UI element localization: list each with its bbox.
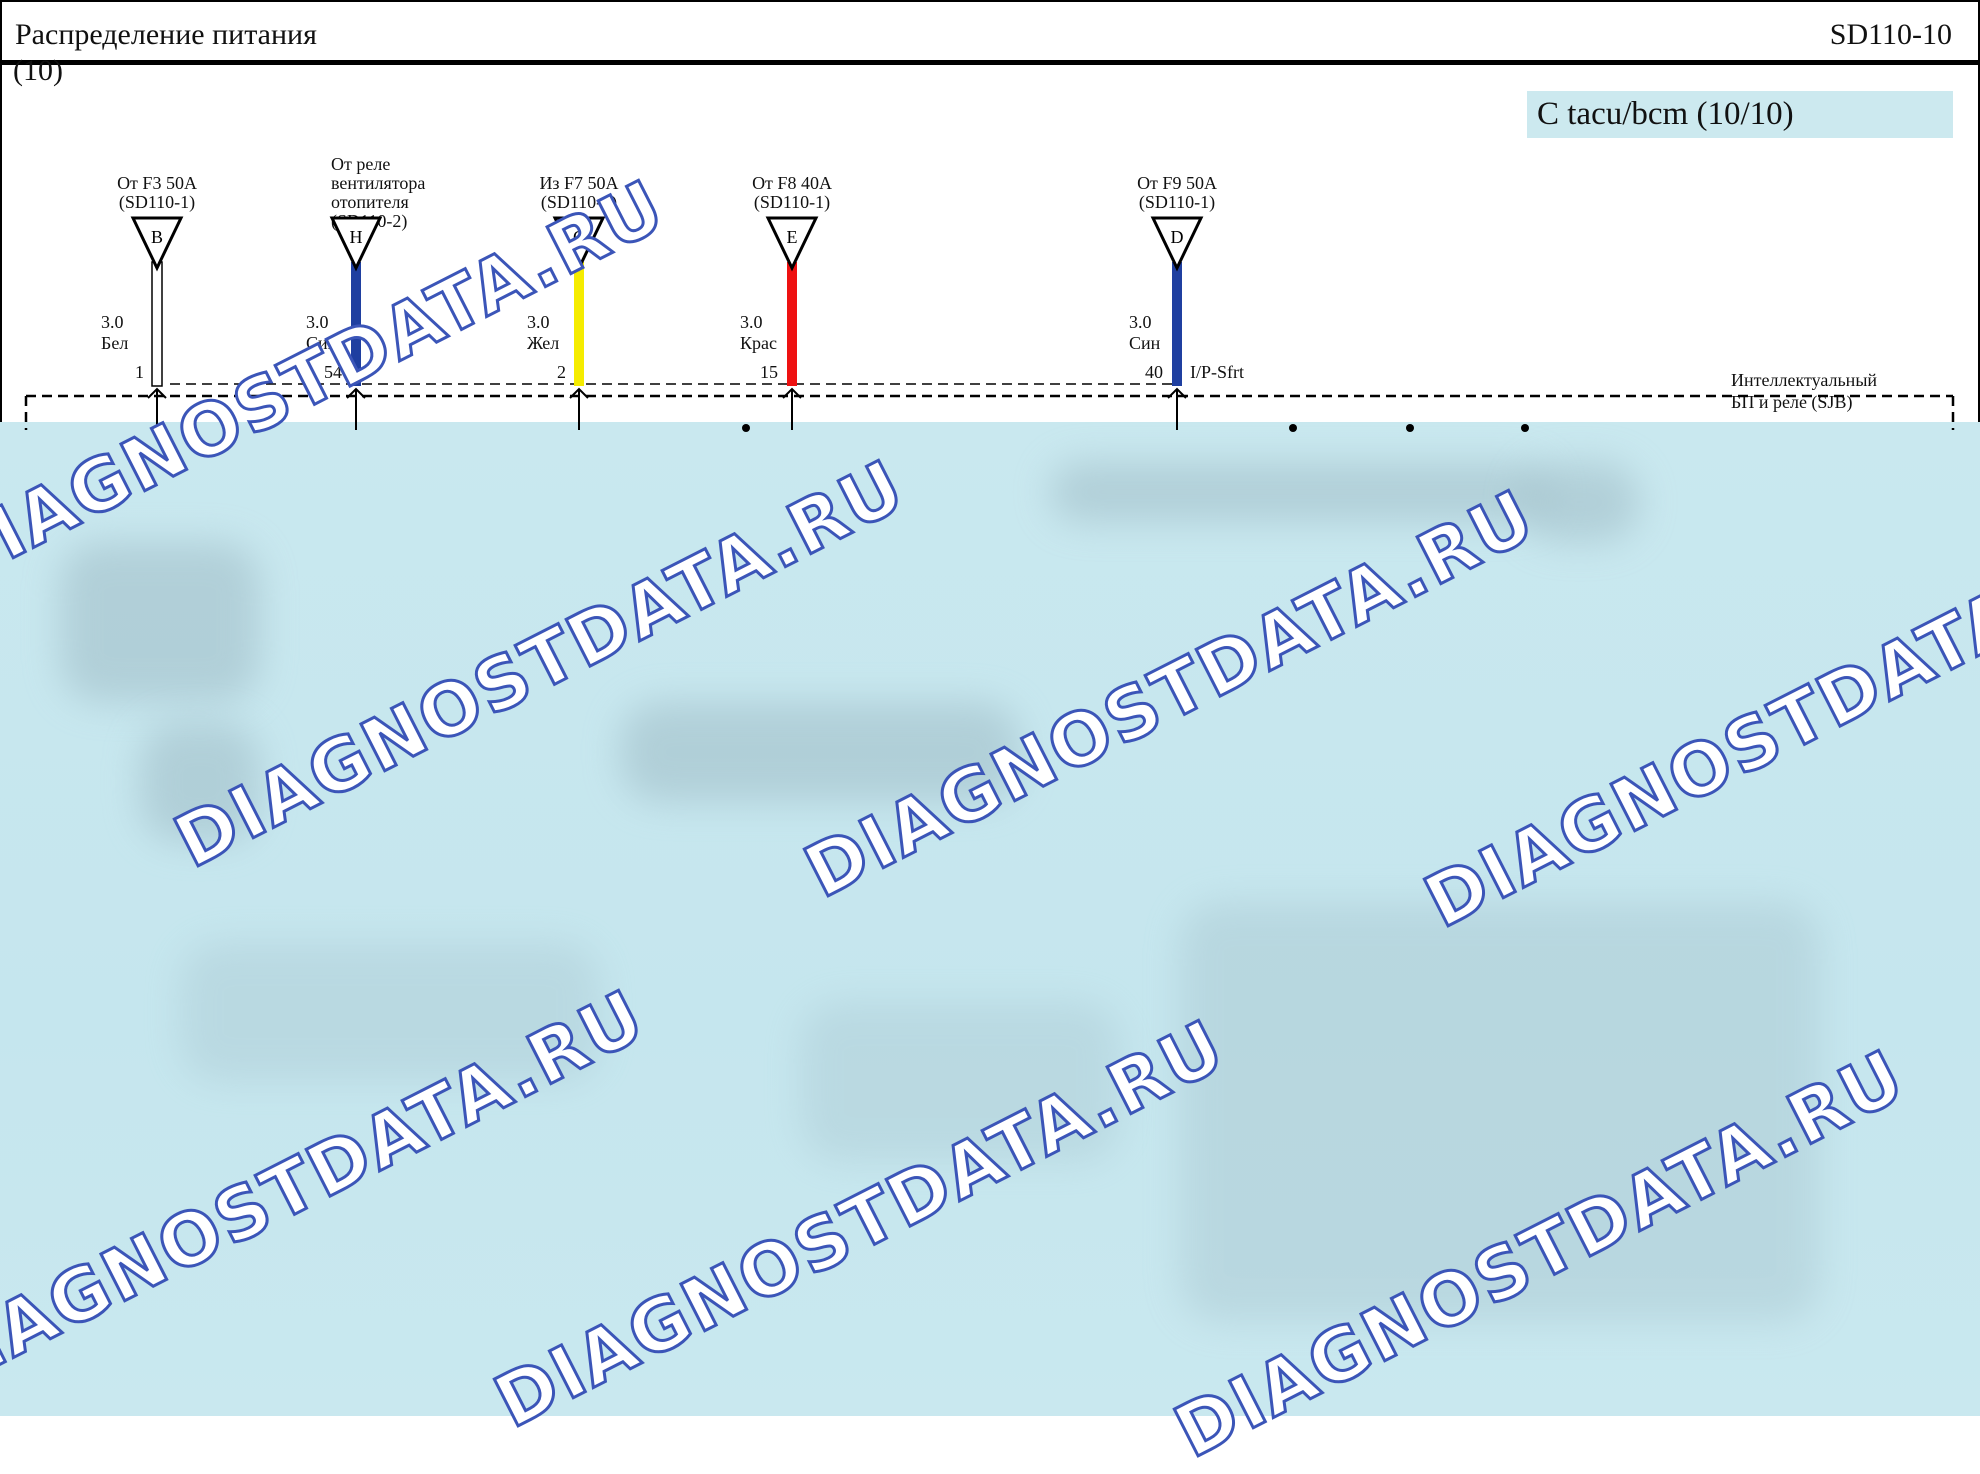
junction-dot-0 [742,424,750,432]
wire-E [787,262,797,386]
junction-dot-3 [1521,424,1529,432]
wire-B [151,261,163,387]
junction-dot-1 [1289,424,1297,432]
connector-B-letter: B [151,227,163,247]
connector-H-letter: H [350,227,363,247]
connector-E-letter: E [787,227,798,247]
junction-dot-2 [1406,424,1414,432]
wire-D [1172,262,1182,386]
connector-D-letter: D [1171,227,1184,247]
